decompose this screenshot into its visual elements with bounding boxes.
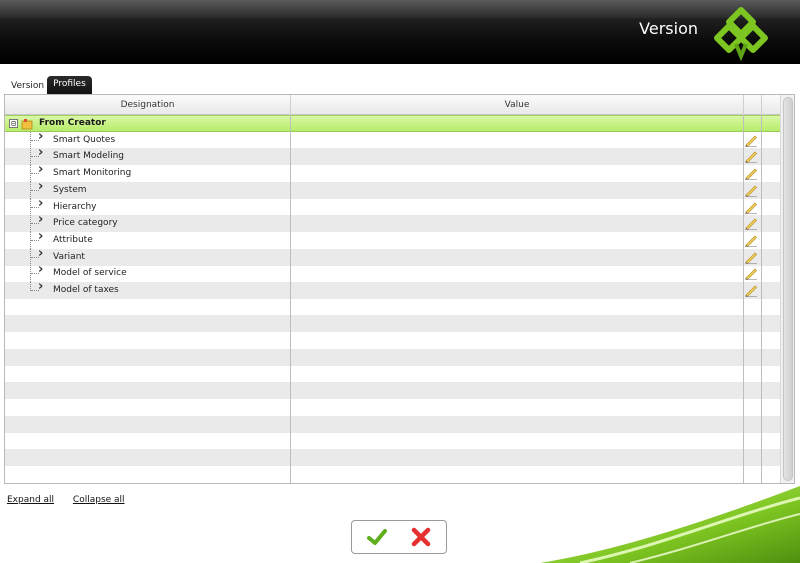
tree-item-row[interactable]: › Smart Monitoring	[5, 163, 780, 183]
tab-profiles[interactable]: Profiles	[47, 76, 92, 94]
header-gloss	[0, 0, 800, 18]
cross-icon[interactable]	[410, 527, 432, 547]
column-separator	[743, 95, 744, 115]
column-divider	[743, 115, 744, 483]
tree-root-row[interactable]: ⊟ From Creator	[5, 115, 780, 132]
expand-all-link[interactable]: Expand all	[7, 495, 54, 505]
tree-item-row[interactable]: › Model of taxes	[5, 280, 780, 299]
chevron-right-icon[interactable]: ›	[38, 230, 43, 243]
pencil-edit-icon[interactable]	[744, 233, 758, 247]
column-header-designation[interactable]: Designation	[5, 95, 290, 115]
empty-row	[5, 415, 780, 433]
pencil-edit-icon[interactable]	[744, 216, 758, 231]
column-header-value[interactable]: Value	[291, 95, 743, 115]
tree-item-label: System	[53, 184, 87, 195]
empty-row	[5, 332, 780, 349]
tree-item-row[interactable]: › Smart Modeling	[5, 146, 780, 166]
column-separator	[761, 95, 762, 115]
chevron-right-icon[interactable]: ›	[38, 247, 43, 260]
tree-item-row[interactable]: › Attribute	[5, 230, 780, 249]
pencil-edit-icon[interactable]	[744, 250, 758, 264]
chevron-right-icon[interactable]: ›	[38, 146, 43, 159]
empty-row	[5, 449, 780, 466]
tree-item-row[interactable]: › Smart Quotes	[5, 130, 780, 149]
vertical-scrollbar[interactable]	[780, 95, 794, 483]
collapse-all-link[interactable]: Collapse all	[73, 495, 125, 505]
tree-item-label: Attribute	[53, 234, 93, 245]
page: Version Version Profiles Designation Val…	[0, 0, 800, 563]
dialog-actions	[351, 520, 447, 554]
pencil-edit-icon[interactable]	[744, 283, 758, 297]
tree-links: Expand all Collapse all	[7, 495, 141, 505]
creator-folder-icon	[21, 119, 33, 130]
empty-row	[5, 299, 780, 316]
pencil-edit-icon[interactable]	[744, 149, 758, 164]
empty-row	[5, 399, 780, 416]
chevron-right-icon[interactable]: ›	[38, 163, 43, 176]
chevron-right-icon[interactable]: ›	[38, 130, 43, 143]
tree-item-label: Smart Quotes	[53, 134, 116, 145]
empty-row	[5, 315, 780, 333]
profiles-grid: Designation Value ⊟ From Creator › Smart …	[4, 94, 795, 484]
grid-rows: ⊟ From Creator › Smart Quotes › Smart Model…	[5, 115, 780, 483]
column-divider	[761, 115, 762, 483]
chevron-right-icon[interactable]: ›	[38, 263, 43, 276]
tree-item-row[interactable]: › System	[5, 180, 780, 199]
green-diamond-logo-icon	[714, 7, 768, 62]
tree-item-label: Smart Monitoring	[53, 168, 132, 179]
tree-item-label: Hierarchy	[53, 201, 97, 212]
empty-row	[5, 432, 780, 449]
tree-item-row[interactable]: › Variant	[5, 247, 780, 266]
pencil-edit-icon[interactable]	[744, 183, 758, 197]
pencil-edit-icon[interactable]	[744, 133, 758, 147]
tree-item-row[interactable]: › Price category	[5, 213, 780, 233]
column-divider	[290, 115, 291, 483]
tree-item-label: Price category	[53, 218, 118, 229]
app-header: Version	[0, 0, 800, 64]
chevron-right-icon[interactable]: ›	[38, 280, 43, 293]
tree-item-row[interactable]: › Hierarchy	[5, 197, 780, 216]
green-swoosh-decoration	[540, 486, 800, 563]
page-title: Version	[639, 19, 698, 38]
tree-item-row[interactable]: › Model of service	[5, 263, 780, 283]
empty-row	[5, 382, 780, 400]
scrollbar-thumb[interactable]	[783, 97, 793, 481]
tree-item-label: Variant	[53, 251, 85, 262]
pencil-edit-icon[interactable]	[744, 200, 758, 214]
chevron-right-icon[interactable]: ›	[38, 213, 43, 226]
pencil-edit-icon[interactable]	[744, 266, 758, 281]
collapse-toggle-icon[interactable]: ⊟	[9, 119, 18, 128]
empty-row	[5, 348, 780, 366]
empty-row	[5, 366, 780, 383]
chevron-right-icon[interactable]: ›	[38, 180, 43, 193]
pencil-edit-icon[interactable]	[744, 166, 758, 181]
tab-version[interactable]: Version	[8, 78, 47, 94]
checkmark-icon[interactable]	[366, 527, 388, 547]
tab-bar: Version Profiles	[8, 76, 92, 94]
chevron-right-icon[interactable]: ›	[38, 197, 43, 210]
tree-item-label: Model of taxes	[53, 285, 119, 295]
tree-root-label: From Creator	[39, 118, 106, 128]
tree-item-label: Smart Modeling	[53, 151, 125, 162]
grid-header: Designation Value	[5, 95, 780, 115]
tree-item-label: Model of service	[53, 268, 127, 279]
